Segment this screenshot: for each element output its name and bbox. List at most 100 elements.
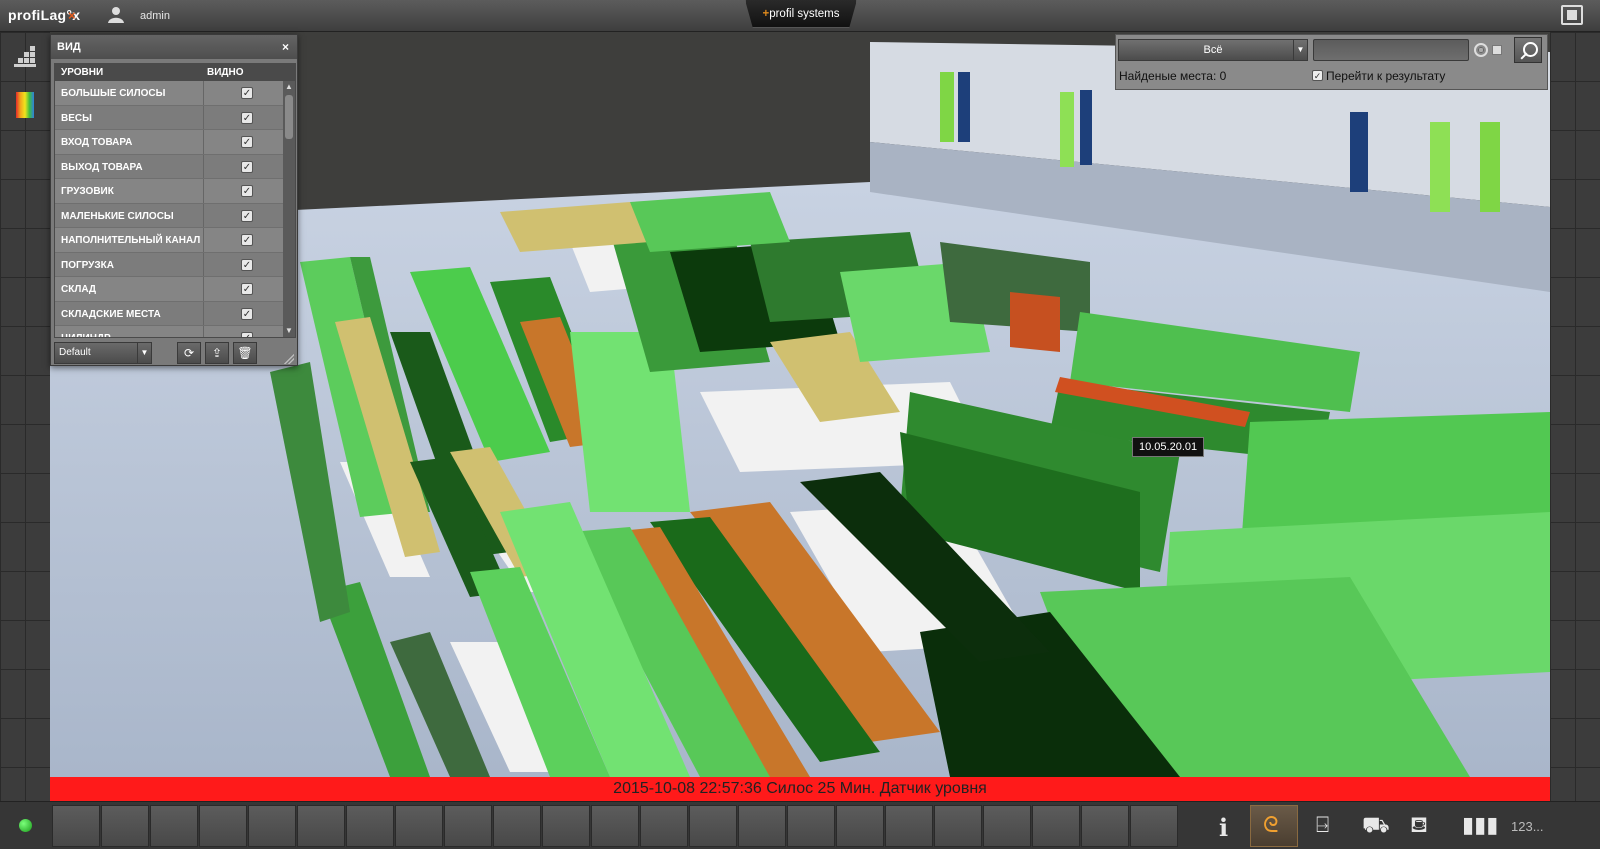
visible-checkbox[interactable]: ✓ (241, 307, 253, 320)
visible-checkbox[interactable]: ✓ (241, 332, 253, 337)
info-icon[interactable]: i (1219, 813, 1228, 842)
exit-icon[interactable]: ⍈ (1316, 812, 1329, 838)
bottom-slot[interactable] (738, 805, 786, 847)
alarm-bar[interactable]: 2015-10-08 22:57:36 Силос 25 Мин. Датчик… (50, 777, 1550, 801)
level-row[interactable]: СКЛАДСКИЕ МЕСТА ✓ (55, 301, 295, 326)
close-app-icon[interactable]: × (68, 8, 76, 23)
bottom-slot[interactable] (1130, 805, 1178, 847)
visible-checkbox[interactable]: ✓ (241, 136, 253, 148)
user-name[interactable]: admin (140, 10, 170, 22)
level-row[interactable]: ВЕСЫ ✓ (55, 105, 295, 130)
column-divider (203, 203, 204, 227)
level-row[interactable]: ВЫХОД ТОВАРА ✓ (55, 154, 295, 179)
layers-icon[interactable] (14, 46, 36, 68)
bottom-slot[interactable] (444, 805, 492, 847)
level-name: ВЫХОД ТОВАРА (61, 161, 143, 173)
level-row[interactable]: ЦИЛИНДР ✓ (55, 326, 295, 337)
bottom-slot[interactable] (542, 805, 590, 847)
column-divider (203, 81, 204, 105)
bottom-slot[interactable] (493, 805, 541, 847)
loading-icon[interactable]: ⛾ (1410, 812, 1428, 841)
visible-checkbox[interactable]: ✓ (241, 87, 253, 99)
view-panel-header[interactable]: ВИД × (51, 35, 297, 59)
column-divider (203, 252, 204, 276)
visible-checkbox[interactable]: ✓ (241, 111, 253, 124)
counter-badge[interactable]: 123... (1511, 819, 1544, 834)
column-divider (203, 277, 204, 301)
bottom-slot[interactable] (934, 805, 982, 847)
scroll-up-icon[interactable]: ▲ (283, 81, 295, 93)
levels-table-header: УРОВНИ ВИДНО (55, 64, 295, 81)
preset-select[interactable]: Default ▼ (54, 342, 152, 364)
bottom-slot[interactable] (101, 805, 149, 847)
column-divider (203, 130, 204, 154)
level-row[interactable]: БОЛЬШЫЕ СИЛОСЫ ✓ (55, 81, 295, 106)
bottom-slot[interactable] (689, 805, 737, 847)
bottom-slot[interactable] (787, 805, 835, 847)
crane-icon: ᘓ (1263, 812, 1279, 837)
level-row[interactable]: НАПОЛНИТЕЛЬНЫЙ КАНАЛ ✓ (55, 228, 295, 253)
bottom-slot[interactable] (640, 805, 688, 847)
column-divider (203, 228, 204, 252)
visible-checkbox[interactable]: ✓ (241, 283, 253, 295)
color-legend-icon[interactable] (16, 92, 34, 118)
bottom-slot[interactable] (297, 805, 345, 847)
bottom-slot[interactable] (52, 805, 100, 847)
fullscreen-icon[interactable] (1561, 5, 1583, 25)
silos-icon[interactable]: ▮▮▮ (1462, 812, 1498, 838)
level-name: ВХОД ТОВАРА (61, 137, 133, 148)
chevron-down-icon: ▼ (137, 343, 151, 363)
user-icon[interactable] (107, 6, 125, 24)
level-row[interactable]: ВХОД ТОВАРА ✓ (55, 130, 295, 155)
col-visible[interactable]: ВИДНО (207, 67, 244, 78)
level-row[interactable]: СКЛАД ✓ (55, 277, 295, 302)
resize-grip-icon[interactable] (284, 354, 294, 364)
export-button[interactable]: ⇪ (205, 342, 229, 364)
levels-scrollbar[interactable]: ▲ ▼ (283, 81, 295, 337)
level-name: ЦИЛИНДР (61, 333, 111, 337)
search-scope-select[interactable]: Всё ▼ (1118, 39, 1308, 61)
bottom-slot[interactable] (248, 805, 296, 847)
level-row[interactable]: МАЛЕНЬКИЕ СИЛОСЫ ✓ (55, 203, 295, 228)
level-name: ПОГРУЗКА (61, 259, 114, 271)
search-button[interactable] (1514, 37, 1542, 63)
goto-result-checkbox[interactable]: ✓ (1312, 70, 1323, 81)
bottom-slot[interactable] (836, 805, 884, 847)
close-icon[interactable]: × (282, 35, 289, 59)
column-divider (203, 326, 204, 337)
bottom-slot[interactable] (885, 805, 933, 847)
bottom-slot[interactable] (199, 805, 247, 847)
active-mode-button[interactable]: ᘓ (1250, 805, 1298, 847)
level-row[interactable]: ГРУЗОВИК ✓ (55, 179, 295, 204)
search-input[interactable] (1313, 39, 1469, 61)
target-icon[interactable] (1474, 43, 1488, 57)
refresh-button[interactable]: ⟳ (177, 342, 201, 364)
bottom-slot[interactable] (346, 805, 394, 847)
bottom-slot[interactable] (1081, 805, 1129, 847)
goto-result-label[interactable]: Перейти к результату (1326, 69, 1445, 83)
bottom-slot[interactable] (150, 805, 198, 847)
chevron-down-icon: ▼ (1293, 40, 1307, 60)
truck-icon[interactable]: ⛟ (1362, 812, 1390, 841)
level-row[interactable]: ПОГРУЗКА ✓ (55, 252, 295, 277)
visible-checkbox[interactable]: ✓ (241, 209, 253, 222)
view-panel-title: ВИД (57, 41, 81, 53)
bottom-slot[interactable] (983, 805, 1031, 847)
level-name: СКЛАДСКИЕ МЕСТА (61, 308, 161, 320)
option-checkbox[interactable] (1492, 45, 1502, 55)
bottom-slot[interactable] (1032, 805, 1080, 847)
delete-button[interactable]: 🗑 (233, 342, 257, 364)
scroll-down-icon[interactable]: ▼ (283, 325, 295, 337)
bottom-slot[interactable] (591, 805, 639, 847)
bottom-slot[interactable] (395, 805, 443, 847)
app-window: profiLag°x × admin +profil systems ВИД ×… (0, 0, 1600, 849)
levels-table: УРОВНИ ВИДНО БОЛЬШЫЕ СИЛОСЫ ✓ ВЕСЫ ✓ ВХОД ТО… (54, 63, 296, 338)
visible-checkbox[interactable]: ✓ (241, 258, 253, 271)
visible-checkbox[interactable]: ✓ (241, 234, 253, 246)
scroll-thumb[interactable] (285, 95, 293, 139)
visible-checkbox[interactable]: ✓ (241, 160, 253, 173)
level-name: ГРУЗОВИК (61, 186, 114, 197)
status-indicator (19, 819, 32, 832)
col-levels[interactable]: УРОВНИ (61, 67, 103, 78)
visible-checkbox[interactable]: ✓ (241, 185, 253, 197)
